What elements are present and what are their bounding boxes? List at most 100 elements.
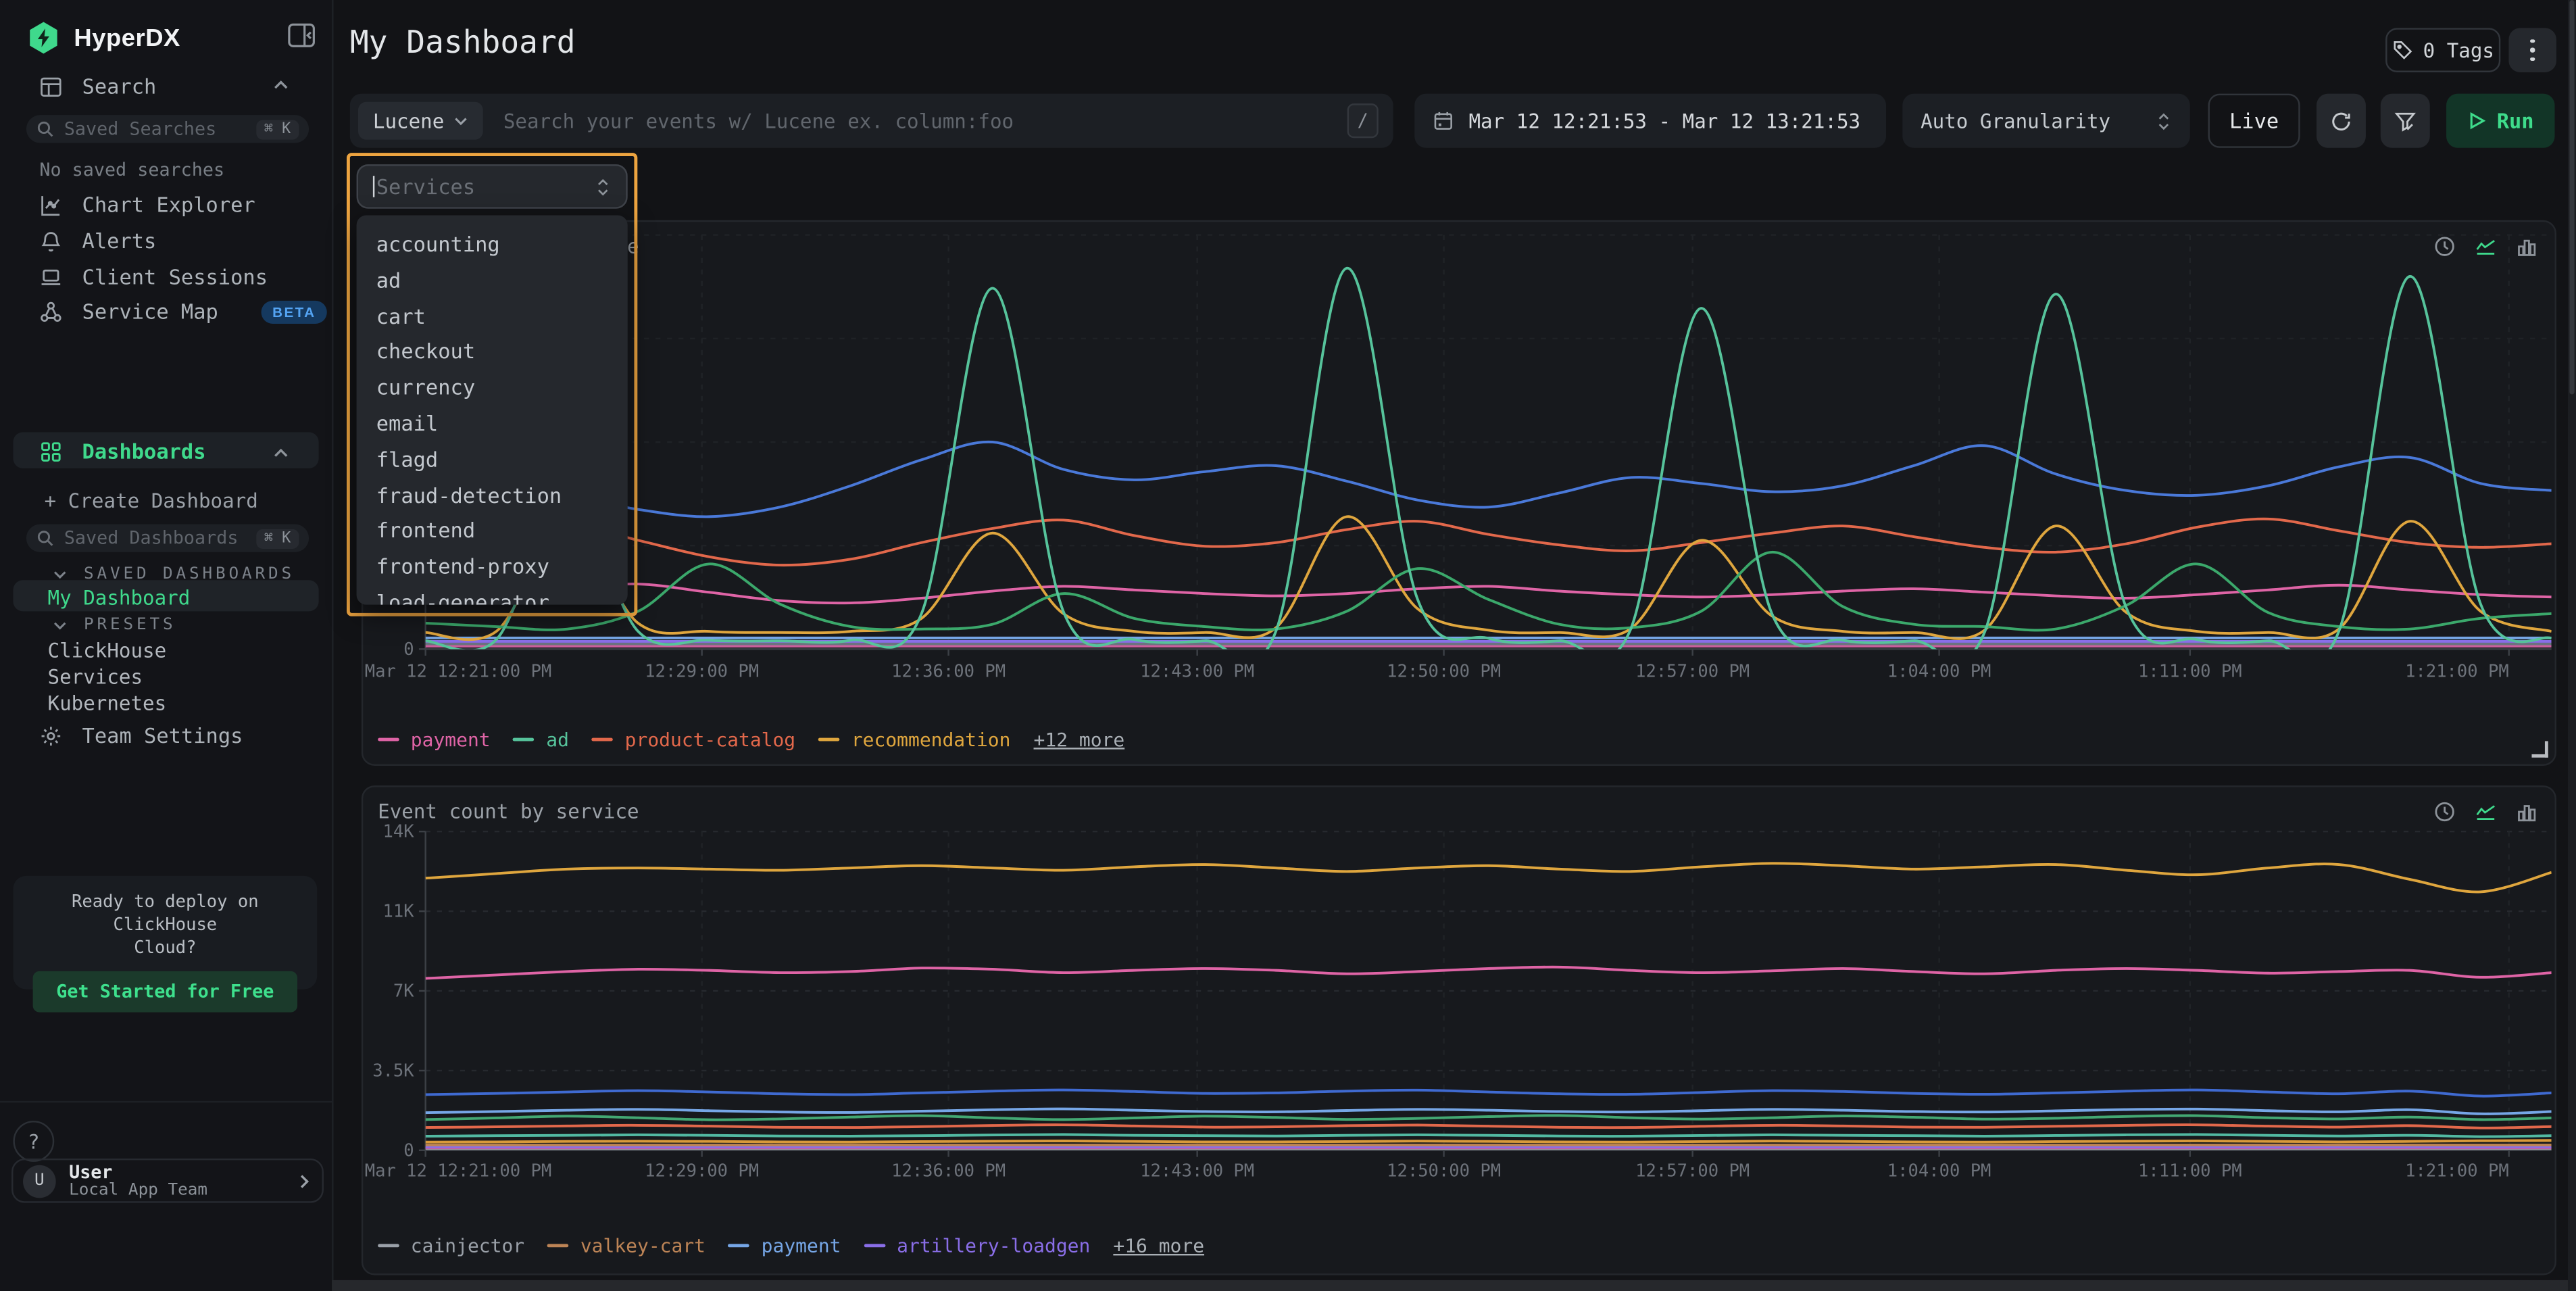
option-ad[interactable]: ad (357, 262, 628, 298)
gear-icon (39, 724, 62, 747)
sidebar-item-search[interactable]: Search (39, 74, 156, 98)
sidebar-item-service-map[interactable]: Service Map BETA (39, 299, 327, 323)
saved-searches-input[interactable]: Saved Searches ⌘ K (26, 115, 309, 143)
unfold-icon (2156, 111, 2172, 130)
svg-text:Mar 12 12:21:00 PM: Mar 12 12:21:00 PM (365, 662, 552, 682)
sidebar-item-my-dashboard[interactable]: My Dashboard (48, 587, 191, 610)
event-count-chart[interactable]: 03.5K7K11K14KMar 12 12:21:00 PM12:29:00 … (363, 787, 2558, 1192)
dashboards-grid-icon (39, 439, 62, 462)
legend-item[interactable]: ad (514, 728, 569, 751)
legend-item[interactable]: valkey-cart (547, 1234, 705, 1257)
scrollbar-thumb[interactable] (2569, 0, 2574, 394)
legend-item[interactable]: product-catalog (592, 728, 795, 751)
legend-label: ad (546, 728, 569, 751)
legend-more-link[interactable]: +12 more (1034, 728, 1125, 751)
legend-item[interactable]: artillery-loadgen (864, 1234, 1091, 1257)
sidebar-item-kubernetes[interactable]: Kubernetes (48, 692, 167, 715)
svg-text:12:50:00 PM: 12:50:00 PM (1387, 662, 1501, 682)
live-button[interactable]: Live (2208, 94, 2300, 148)
logo[interactable]: HyperDX (26, 20, 180, 55)
app-title: HyperDX (74, 24, 180, 51)
sidebar-item-team-settings[interactable]: Team Settings (39, 723, 243, 748)
legend-swatch (728, 1244, 750, 1248)
more-options-button[interactable] (2508, 28, 2556, 72)
option-frontend[interactable]: frontend (357, 513, 628, 549)
chart-legend[interactable]: payment ad product-catalog recommendation +1… (378, 728, 1124, 751)
search-input[interactable]: Search your events w/ Lucene ex. column:… (503, 109, 1347, 132)
legend-item[interactable]: payment (378, 728, 490, 751)
chart-legend[interactable]: cainjector valkey-cart payment artillery-lo… (378, 1234, 1204, 1257)
create-dashboard-button[interactable]: + Create Dashboard (45, 489, 258, 512)
services-placeholder: Services (376, 174, 595, 199)
search-results-icon (39, 75, 62, 98)
svg-text:12:36:00 PM: 12:36:00 PM (891, 662, 1006, 682)
option-cart[interactable]: cart (357, 298, 628, 334)
panel-resize-handle[interactable] (2531, 741, 2548, 757)
sidebar-item-dashboards-label[interactable]: Dashboards (39, 439, 205, 463)
bar-chart-toggle-icon[interactable] (2515, 235, 2538, 258)
run-button[interactable]: Run (2446, 94, 2554, 148)
section-presets[interactable]: PRESETS (53, 616, 176, 635)
option-checkout[interactable]: checkout (357, 334, 628, 370)
search-icon (36, 120, 54, 138)
option-frontend-proxy[interactable]: frontend-proxy (357, 549, 628, 585)
date-range-picker[interactable]: Mar 12 12:21:53 - Mar 12 13:21:53 (1414, 94, 1886, 148)
option-load-generator[interactable]: load-generator (357, 585, 628, 604)
services-select-input[interactable]: Services (357, 164, 628, 209)
help-button[interactable]: ? (13, 1121, 54, 1162)
get-started-button[interactable]: Get Started for Free (33, 971, 297, 1013)
svg-text:11K: 11K (383, 902, 415, 922)
sidebar-item-clickhouse[interactable]: ClickHouse (48, 639, 167, 662)
sidebar-item-alerts[interactable]: Alerts (39, 228, 156, 253)
legend-label: recommendation (851, 728, 1011, 751)
legend-item[interactable]: recommendation (818, 728, 1010, 751)
bell-icon (39, 229, 62, 252)
sidebar-item-services[interactable]: Services (48, 666, 143, 689)
clickhouse-cloud-promo: Ready to deploy on ClickHouseCloud? Get … (13, 876, 317, 990)
chevron-up-icon[interactable] (273, 445, 289, 462)
services-option-list: accounting ad cart checkout currency ema… (357, 215, 628, 604)
legend-label: cainjector (411, 1234, 524, 1257)
option-email[interactable]: email (357, 406, 628, 441)
time-settings-icon[interactable] (2433, 800, 2456, 823)
legend-swatch (864, 1244, 886, 1248)
sidebar-item-chart-explorer[interactable]: Chart Explorer (39, 192, 255, 216)
legend-swatch (378, 737, 399, 741)
option-fraud-detection[interactable]: fraud-detection (357, 477, 628, 513)
saved-dashboards-input[interactable]: Saved Dashboards ⌘ K (26, 525, 309, 552)
no-saved-searches-note: No saved searches (39, 160, 224, 181)
svg-text:1:11:00 PM: 1:11:00 PM (2138, 662, 2242, 682)
filter-button[interactable] (2381, 94, 2430, 148)
legend-item[interactable]: payment (728, 1234, 841, 1257)
legend-item[interactable]: cainjector (378, 1234, 524, 1257)
cmd-k-shortcut: ⌘ K (256, 529, 299, 548)
laptop-icon (39, 266, 62, 289)
sidebar-divider (0, 1101, 332, 1102)
option-accounting[interactable]: accounting (357, 227, 628, 263)
bar-chart-toggle-icon[interactable] (2515, 800, 2538, 823)
event-count-chart-panel: Event count by service 03.5K7K11K14KMar … (362, 785, 2556, 1275)
avatar: U (23, 1165, 56, 1198)
sidebar-item-client-sessions[interactable]: Client Sessions (39, 264, 268, 289)
chevron-down-icon (53, 618, 68, 633)
line-chart-toggle-icon[interactable] (2474, 800, 2497, 823)
svg-text:12:29:00 PM: 12:29:00 PM (645, 1161, 759, 1182)
sidebar-collapse-icon[interactable] (287, 23, 315, 47)
svg-text:12:57:00 PM: 12:57:00 PM (1635, 662, 1750, 682)
option-currency[interactable]: currency (357, 370, 628, 406)
user-menu[interactable]: U User Local App Team (11, 1159, 324, 1203)
granularity-select[interactable]: Auto Granularity (1902, 94, 2189, 148)
page-scrollbar[interactable] (2568, 0, 2576, 1291)
option-flagd[interactable]: flagd (357, 441, 628, 477)
time-settings-icon[interactable] (2433, 235, 2456, 258)
lucene-language-select[interactable]: Lucene (358, 102, 484, 140)
chart-title: Event count by service (378, 800, 639, 823)
event-search-bar[interactable]: Lucene Search your events w/ Lucene ex. … (350, 94, 1393, 148)
line-chart-toggle-icon[interactable] (2474, 235, 2497, 258)
refresh-button[interactable] (2317, 94, 2366, 148)
legend-more-link[interactable]: +16 more (1113, 1234, 1204, 1257)
legend-swatch (818, 737, 840, 741)
latency-chart[interactable]: 0Mar 12 12:21:00 PM12:29:00 PM12:36:00 P… (363, 222, 2558, 702)
tags-button[interactable]: 0 Tags (2385, 28, 2500, 72)
chevron-up-icon[interactable] (273, 77, 289, 93)
